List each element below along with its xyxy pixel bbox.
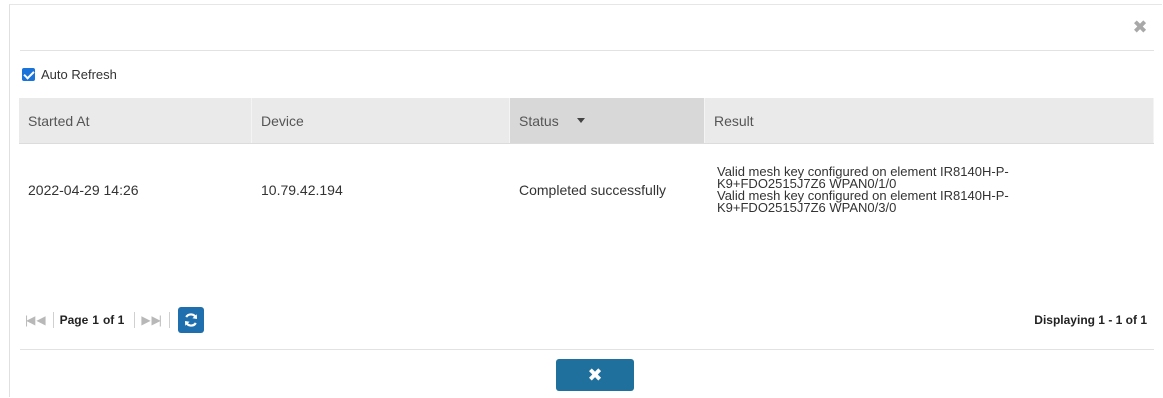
pagination-toolbar: |◀ ◀ Page 1 of 1 ▶ ▶|	[25, 307, 204, 333]
result-line: K9+FDO2515J7Z6 WPAN0/3/0	[717, 200, 897, 215]
page-total: of 1	[102, 313, 125, 327]
column-label: Status	[519, 112, 559, 129]
pager-separator	[134, 312, 136, 328]
results-grid: Started At Device Status Result 2022-04-…	[19, 98, 1154, 236]
footer-divider	[20, 349, 1154, 350]
column-label: Result	[714, 112, 754, 129]
dialog: ✖ Auto Refresh Started At Device Status …	[9, 4, 1162, 397]
close-icon[interactable]: ✖	[1132, 18, 1148, 36]
sort-descending-icon[interactable]	[576, 118, 585, 123]
header-divider	[20, 50, 1154, 51]
page-number[interactable]: 1	[92, 313, 99, 327]
column-header-result[interactable]: Result	[705, 98, 1154, 143]
auto-refresh-label: Auto Refresh	[41, 67, 117, 82]
column-label: Started At	[28, 112, 90, 129]
close-icon: ✖	[587, 364, 603, 385]
auto-refresh-checkbox[interactable]	[22, 68, 35, 81]
column-header-device[interactable]: Device	[252, 98, 510, 143]
grid-header: Started At Device Status Result	[19, 98, 1154, 144]
cell-result: Valid mesh key configured on element IR8…	[705, 144, 1154, 236]
pager-separator	[52, 312, 54, 328]
cell-started-at: 2022-04-29 14:26	[28, 182, 139, 198]
auto-refresh-toggle[interactable]: Auto Refresh	[22, 67, 117, 82]
cell-device: 10.79.42.194	[261, 182, 343, 198]
table-row[interactable]: 2022-04-29 14:26 10.79.42.194 Completed …	[19, 144, 1154, 236]
refresh-button[interactable]	[177, 307, 204, 333]
refresh-icon	[184, 313, 197, 327]
next-page-icon[interactable]: ▶	[141, 313, 150, 327]
column-header-started-at[interactable]: Started At	[19, 98, 252, 143]
close-button[interactable]: ✖	[556, 359, 634, 391]
last-page-icon[interactable]: ▶|	[152, 313, 162, 327]
first-page-icon[interactable]: |◀	[25, 313, 35, 327]
displaying-count: Displaying 1 - 1 of 1	[1034, 313, 1147, 327]
column-label: Device	[261, 112, 304, 129]
prev-page-icon[interactable]: ◀	[36, 313, 45, 327]
pager-separator	[168, 312, 170, 328]
column-header-status[interactable]: Status	[510, 98, 705, 143]
cell-status: Completed successfully	[519, 182, 667, 198]
page-label: Page	[59, 313, 89, 327]
